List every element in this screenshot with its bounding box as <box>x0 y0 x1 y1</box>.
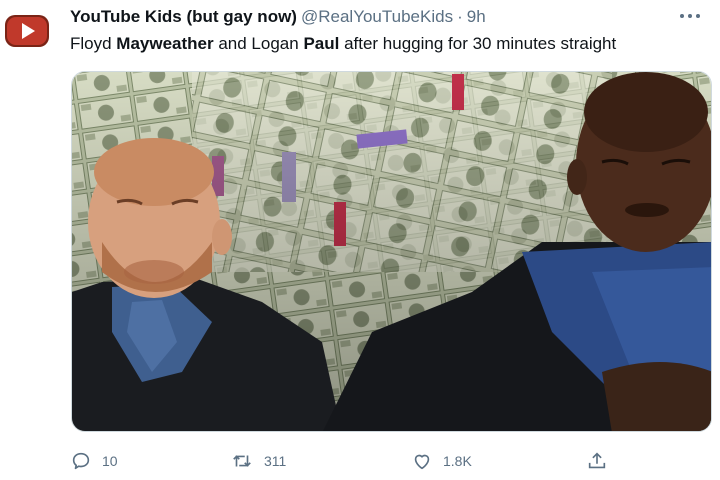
share-button[interactable] <box>586 446 608 476</box>
tweet-text-part: after hugging for 30 minutes straight <box>339 34 617 53</box>
user-handle[interactable]: @RealYouTubeKids <box>301 7 453 27</box>
tweet-actions: 10 311 1.8K <box>70 446 630 476</box>
tweet-text-part: and Logan <box>213 34 304 53</box>
tweet-media-image[interactable] <box>71 71 712 432</box>
more-button[interactable] <box>676 4 704 28</box>
tweet-text-bold: Paul <box>303 34 340 53</box>
photo-illustration <box>72 72 711 431</box>
like-button[interactable]: 1.8K <box>411 446 472 476</box>
reply-count: 10 <box>102 453 118 469</box>
reply-icon <box>72 452 90 470</box>
tweet-text: Floyd Mayweather and Logan Paul after hu… <box>70 34 616 54</box>
share-icon <box>588 452 606 469</box>
retweet-count: 311 <box>264 453 287 469</box>
display-name[interactable]: YouTube Kids (but gay now) <box>70 7 297 27</box>
more-dots-icon <box>680 14 700 18</box>
separator: · <box>457 7 463 26</box>
youtube-kids-logo-icon <box>5 15 49 47</box>
retweet-icon <box>233 455 251 467</box>
tweet-text-bold: Mayweather <box>116 34 214 53</box>
tweet-text-part: Floyd <box>70 34 117 53</box>
tweet-header: YouTube Kids (but gay now) @RealYouTubeK… <box>70 6 486 28</box>
retweet-button[interactable]: 311 <box>230 446 286 476</box>
reply-button[interactable]: 10 <box>70 446 118 476</box>
timestamp[interactable]: 9h <box>467 7 486 27</box>
heart-icon <box>414 454 430 470</box>
avatar[interactable] <box>0 4 54 58</box>
like-count: 1.8K <box>443 453 472 469</box>
